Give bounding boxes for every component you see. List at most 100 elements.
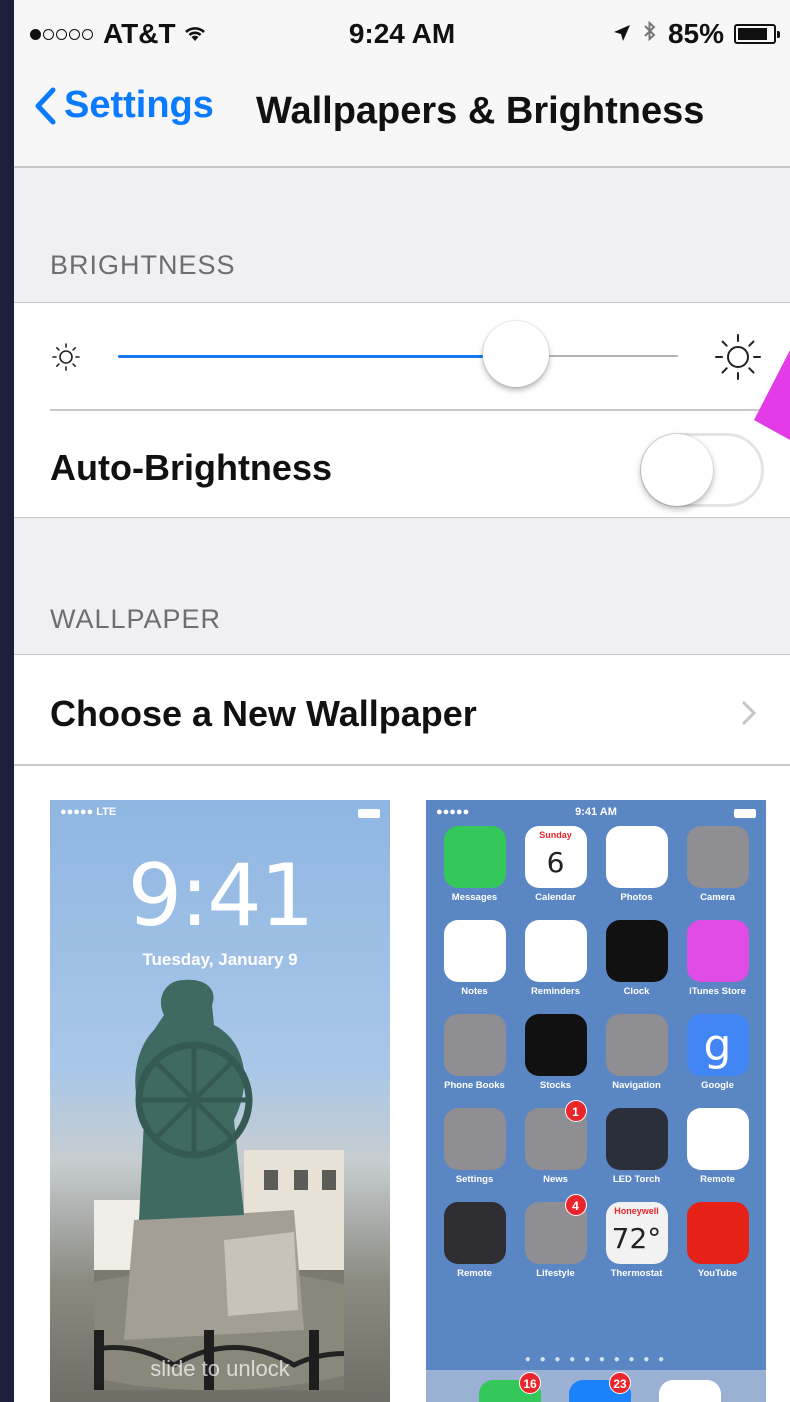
app-icon-glyph: 72° <box>611 1222 662 1255</box>
brightness-slider-row <box>14 303 790 411</box>
location-arrow-icon <box>612 18 632 50</box>
back-button-label: Settings <box>64 84 214 126</box>
app-icon: 23 <box>569 1372 631 1402</box>
app-phone-books: Phone Books <box>434 1014 515 1102</box>
app-stocks: Stocks <box>515 1014 596 1102</box>
app-phone: 16Phone <box>474 1372 546 1402</box>
app-icon <box>443 1202 506 1264</box>
app-icon-subglyph: Sunday <box>539 830 572 840</box>
app-icon: g <box>686 1014 749 1076</box>
app-icon: 1 <box>524 1100 587 1170</box>
app-label: News <box>543 1174 568 1185</box>
app-label: Phone Books <box>444 1080 505 1091</box>
app-label: YouTube <box>697 1268 738 1279</box>
auto-brightness-toggle[interactable] <box>640 433 764 507</box>
app-icon <box>443 920 506 982</box>
app-label: Remote <box>700 1174 735 1185</box>
page-title: Wallpapers & Brightness <box>256 90 705 132</box>
choose-wallpaper-label: Choose a New Wallpaper <box>50 693 477 734</box>
brightness-group: Auto-Brightness <box>14 302 790 518</box>
app-label: Lifestyle <box>536 1268 575 1279</box>
app-icon <box>524 920 587 982</box>
brightness-slider-thumb[interactable] <box>482 321 549 387</box>
notification-badge: 16 <box>519 1372 541 1394</box>
app-label: Settings <box>455 1174 494 1185</box>
annotation-arrow-icon <box>754 350 790 440</box>
chevron-left-icon <box>35 87 56 124</box>
section-header-wallpaper: WALLPAPER <box>50 604 222 634</box>
app-itunes-store: iTunes Store <box>677 920 758 1008</box>
app-camera: Camera <box>677 826 758 914</box>
app-label: Calendar <box>535 892 576 903</box>
preview-battery-icon <box>734 809 756 818</box>
app-icon <box>605 1108 668 1170</box>
app-icon <box>605 826 668 888</box>
app-label: LED Torch <box>612 1174 661 1185</box>
app-label: Thermostat <box>610 1268 663 1279</box>
brightness-low-icon <box>50 341 82 378</box>
brightness-slider-track[interactable] <box>548 355 678 357</box>
app-google: g Google <box>677 1014 758 1102</box>
app-youtube: YouTube <box>677 1202 758 1290</box>
lock-screen-date: Tuesday, January 9 <box>142 950 298 969</box>
app-label: Reminders <box>530 986 581 997</box>
app-icon: 16 <box>479 1372 541 1402</box>
app-icon <box>524 1014 587 1076</box>
app-remote: Remote <box>677 1108 758 1196</box>
slide-to-unlock-text: slide to unlock <box>150 1356 290 1381</box>
app-notes: Notes <box>434 920 515 1008</box>
preview-status-bar: ●●●●● LTE <box>50 806 390 824</box>
app-icon-glyph: 6 <box>546 846 565 879</box>
app-thermostat: 72° Honeywell Thermostat <box>596 1202 677 1290</box>
preview-battery-icon <box>358 809 380 818</box>
app-news: 1 News <box>515 1100 596 1196</box>
app-icon: 4 <box>524 1194 587 1264</box>
app-reminders: Reminders <box>515 920 596 1008</box>
app-icon <box>686 920 749 982</box>
page-indicator-dots: ● ● ● ● ● ● ● ● ● ● <box>524 1354 668 1365</box>
app-photos: Photos <box>596 826 677 914</box>
app-label: Navigation <box>612 1080 661 1091</box>
app-icon <box>686 826 749 888</box>
app-icon-glyph: g <box>703 1020 732 1071</box>
app-icon: 6 Sunday <box>524 826 587 888</box>
auto-brightness-label: Auto-Brightness <box>50 447 332 488</box>
app-icon <box>443 1108 506 1170</box>
battery-percent: 85% <box>667 18 724 49</box>
lock-screen-preview[interactable]: ●●●●● LTE 9:41 Tuesday, January 9 slide … <box>50 800 390 1402</box>
notification-badge: 4 <box>564 1194 587 1216</box>
app-mail: 23Mail <box>564 1372 636 1402</box>
app-remote: Remote <box>434 1202 515 1290</box>
app-icon: 72° Honeywell <box>605 1202 668 1264</box>
app-clock: Clock <box>596 920 677 1008</box>
app-icon <box>605 1014 668 1076</box>
app-label: Clock <box>623 986 650 997</box>
app-settings: Settings <box>434 1108 515 1196</box>
fisherman-statue-image <box>94 979 344 1390</box>
dock-apps: 16Phone 23Mail Safari <box>474 1372 726 1402</box>
lock-screen-time: 9:41 <box>127 846 314 946</box>
home-screen-preview[interactable]: ●●●●● 9:41 AM Messages 6 Sunday Calendar Pho… <box>426 800 766 1402</box>
row-separator <box>14 764 790 766</box>
bluetooth-icon <box>642 18 658 50</box>
toggle-knob <box>641 434 713 506</box>
notification-badge: 23 <box>609 1372 631 1394</box>
app-grid: Messages 6 Sunday Calendar Photos Camera Notes… <box>434 826 758 1290</box>
navigation-bar: Settings Wallpapers & Brightness <box>14 64 790 168</box>
app-label: Remote <box>457 1268 492 1279</box>
app-label: Stocks <box>539 1080 572 1091</box>
app-calendar: 6 Sunday Calendar <box>515 826 596 914</box>
app-icon <box>659 1380 721 1402</box>
app-icon <box>686 1202 749 1264</box>
battery-icon <box>734 24 780 44</box>
choose-wallpaper-row[interactable]: Choose a New Wallpaper <box>14 654 790 766</box>
section-header-brightness: BRIGHTNESS <box>50 250 236 280</box>
brightness-slider-fill <box>118 355 483 358</box>
app-icon-subglyph: Honeywell <box>614 1206 659 1216</box>
app-navigation: Navigation <box>596 1014 677 1102</box>
app-label: Google <box>701 1080 734 1091</box>
app-icon <box>605 920 668 982</box>
preview-carrier: ●●●●● LTE <box>60 806 117 818</box>
back-button[interactable]: Settings <box>34 84 214 127</box>
preview-time: 9:41 AM <box>575 806 617 818</box>
